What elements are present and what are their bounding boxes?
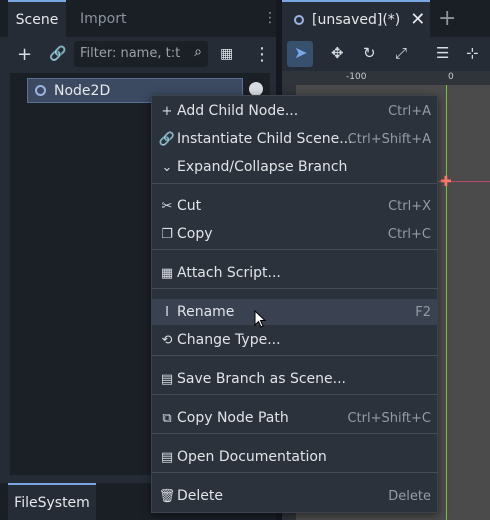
menu-item-label: Instantiate Child Scene... bbox=[177, 131, 353, 147]
close-icon[interactable]: ✕ bbox=[410, 9, 425, 30]
visibility-eye-icon[interactable] bbox=[249, 82, 263, 96]
menu-item-expand-collapse-branch[interactable]: ⌄ Expand/Collapse Branch bbox=[152, 154, 437, 180]
menu-item-label: Add Child Node... bbox=[177, 103, 299, 119]
script-add-icon[interactable]: ▦ bbox=[220, 46, 233, 62]
menu-item-label: Save Branch as Scene... bbox=[177, 371, 347, 387]
menu-item-save-branch-as-scene[interactable]: ▤ Save Branch as Scene... bbox=[152, 366, 437, 392]
menu-item-shortcut: Delete bbox=[388, 488, 431, 504]
rotate-tool-icon[interactable]: ↻ bbox=[363, 44, 376, 62]
scale-tool-icon[interactable]: ⤢ bbox=[395, 44, 407, 62]
horizontal-ruler: -100 0 bbox=[296, 71, 490, 85]
menu-separator bbox=[152, 183, 437, 184]
menu-item-shortcut: Ctrl+X bbox=[388, 198, 431, 214]
menu-separator bbox=[152, 288, 437, 289]
menu-separator bbox=[152, 433, 437, 434]
pivot-icon[interactable]: ⊹ bbox=[466, 44, 479, 62]
menu-separator bbox=[152, 355, 437, 356]
pointer-icon: ➤ bbox=[294, 43, 308, 62]
link-icon: 🔗 bbox=[158, 131, 176, 147]
search-icon: ⌕ bbox=[194, 44, 202, 60]
menu-item-open-documentation[interactable]: ▤ Open Documentation bbox=[152, 444, 437, 470]
menu-separator bbox=[152, 249, 437, 250]
chevron-down-icon: ⌄ bbox=[161, 159, 173, 175]
script-add-icon: ▦ bbox=[160, 265, 174, 281]
plus-icon: + bbox=[161, 103, 173, 119]
menu-item-label: Delete bbox=[177, 488, 223, 504]
mouse-cursor-icon bbox=[254, 309, 267, 328]
menu-item-copy[interactable]: ❐ Copy Ctrl+C bbox=[152, 221, 437, 247]
menu-item-attach-script[interactable]: ▦ Attach Script... bbox=[152, 260, 437, 286]
viewport-toolbar bbox=[282, 37, 490, 71]
copy-icon: ❐ bbox=[161, 226, 173, 242]
scene-more-icon[interactable]: ⋮ bbox=[253, 44, 271, 65]
ruler-label: 0 bbox=[448, 72, 454, 82]
y-axis-line bbox=[446, 85, 447, 520]
menu-item-cut[interactable]: ✂ Cut Ctrl+X bbox=[152, 193, 437, 219]
link-icon[interactable]: 🔗 bbox=[49, 46, 66, 62]
origin-marker-icon: ✚ bbox=[440, 174, 452, 190]
menu-separator bbox=[152, 472, 437, 473]
menu-item-label: Copy bbox=[177, 226, 213, 242]
menu-item-shortcut: Ctrl+A bbox=[388, 103, 431, 119]
menu-item-copy-node-path[interactable]: ⧉ Copy Node Path Ctrl+Shift+C bbox=[152, 405, 437, 431]
add-node-button[interactable]: + bbox=[17, 44, 32, 65]
filter-input[interactable]: Filter: name, t:t ⌕ bbox=[74, 41, 208, 67]
ruler-label: -100 bbox=[346, 72, 367, 82]
trash-icon: 🗑 bbox=[158, 488, 176, 504]
menu-item-shortcut: F2 bbox=[415, 304, 431, 320]
menu-item-shortcut: Ctrl+Shift+A bbox=[347, 131, 431, 147]
dock-menu-icon[interactable]: ⋮ bbox=[263, 10, 277, 26]
tab-unsaved-label: [unsaved](*) bbox=[312, 11, 401, 28]
scissors-icon: ✂ bbox=[161, 198, 173, 214]
doc-icon: ▤ bbox=[160, 449, 174, 465]
menu-item-label: Attach Script... bbox=[177, 265, 281, 281]
menu-item-label: Open Documentation bbox=[177, 449, 327, 465]
tab-import[interactable]: Import bbox=[80, 0, 126, 37]
node2d-icon bbox=[294, 14, 304, 25]
menu-item-label: Change Type... bbox=[177, 332, 281, 348]
menu-item-instantiate-child-scene[interactable]: 🔗 Instantiate Child Scene... Ctrl+Shift+A bbox=[152, 126, 437, 152]
menu-item-shortcut: Ctrl+Shift+C bbox=[347, 410, 431, 426]
menu-item-change-type[interactable]: ⟲ Change Type... bbox=[152, 327, 437, 353]
filter-placeholder: Filter: name, t:t bbox=[80, 46, 181, 61]
context-menu: + Add Child Node... Ctrl+A 🔗 Instantiate Chi… bbox=[151, 95, 438, 513]
copy-path-icon: ⧉ bbox=[162, 410, 172, 426]
menu-item-label: Copy Node Path bbox=[177, 410, 289, 426]
tab-filesystem[interactable]: FileSystem bbox=[8, 483, 96, 520]
tree-item-label: Node2D bbox=[54, 82, 111, 99]
node2d-icon bbox=[35, 85, 46, 96]
reload-icon: ⟲ bbox=[161, 332, 173, 348]
menu-item-label: Cut bbox=[177, 198, 202, 214]
menu-item-delete[interactable]: 🗑 Delete Delete bbox=[152, 483, 437, 509]
menu-item-label: Rename bbox=[177, 304, 235, 320]
list-select-icon[interactable]: ☰ bbox=[436, 44, 449, 62]
menu-item-shortcut: Ctrl+C bbox=[387, 226, 431, 242]
menu-separator bbox=[152, 394, 437, 395]
menu-item-label: Expand/Collapse Branch bbox=[177, 159, 348, 175]
menu-item-add-child-node[interactable]: + Add Child Node... Ctrl+A bbox=[152, 98, 437, 124]
clapper-icon: ▤ bbox=[160, 371, 174, 387]
add-tab-button[interactable]: + bbox=[438, 0, 456, 37]
tab-unsaved-scene[interactable]: [unsaved](*) ✕ bbox=[282, 0, 430, 37]
move-tool-icon[interactable]: ✥ bbox=[331, 44, 344, 62]
text-cursor-icon: I bbox=[165, 304, 169, 320]
tab-scene[interactable]: Scene bbox=[8, 0, 66, 37]
menu-item-rename[interactable]: I Rename F2 bbox=[152, 299, 437, 325]
